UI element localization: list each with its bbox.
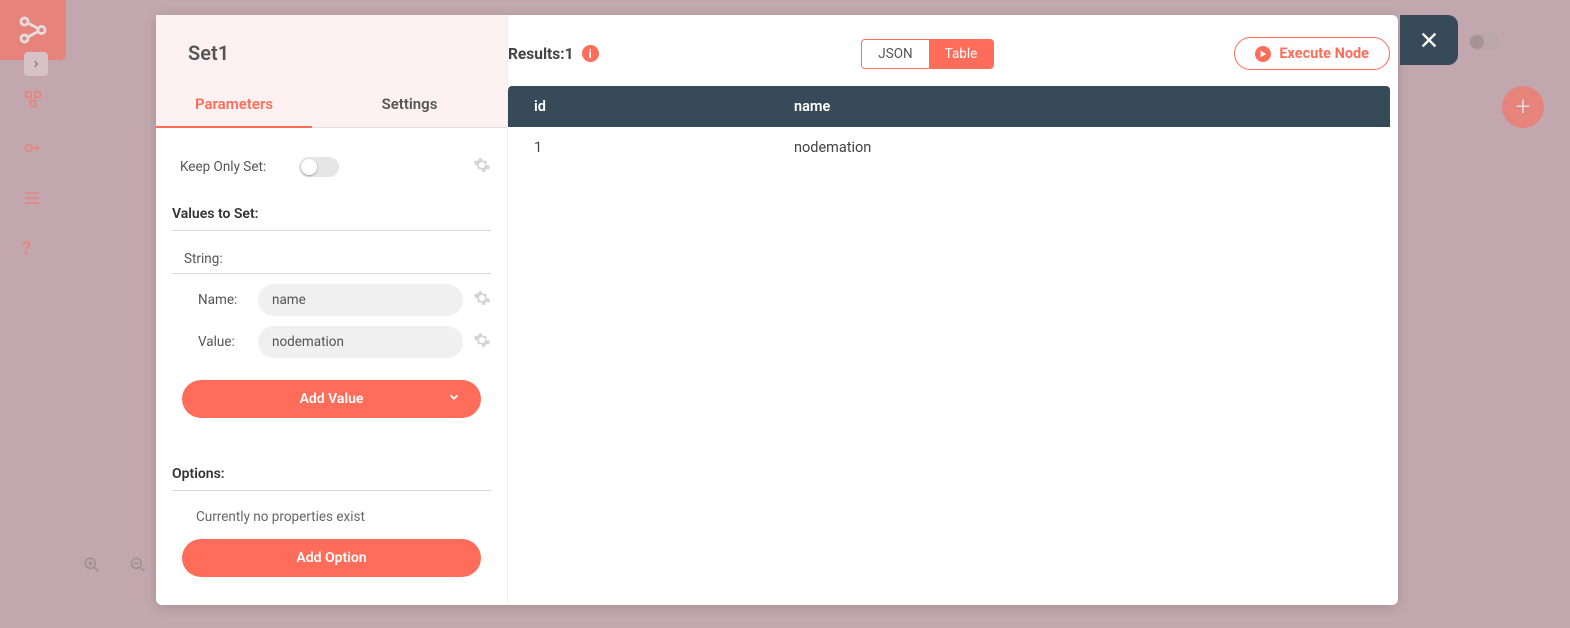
node-title: Set1	[156, 15, 507, 83]
add-value-label: Add Value	[300, 391, 364, 407]
value-field-row: Value:	[170, 316, 493, 358]
panel-tabs: Parameters Settings	[156, 83, 507, 128]
value-label: Value:	[198, 334, 248, 350]
add-option-label: Add Option	[296, 550, 366, 566]
zoom-controls	[82, 555, 148, 580]
tab-parameters[interactable]: Parameters	[156, 83, 312, 128]
results-label: Results:	[508, 45, 565, 63]
add-value-button[interactable]: Add Value	[182, 380, 481, 418]
chevron-down-icon	[447, 390, 461, 408]
view-json-button[interactable]: JSON	[862, 40, 928, 68]
col-id: id	[508, 86, 768, 127]
values-to-set-header: Values to Set:	[172, 188, 491, 231]
view-toggle: JSON Table	[861, 39, 994, 69]
keep-only-set-label: Keep Only Set:	[180, 159, 266, 175]
name-field-row: Name:	[170, 274, 493, 316]
tab-settings[interactable]: Settings	[312, 83, 507, 128]
panel-header: Set1 Parameters Settings	[156, 15, 507, 128]
app-logo	[0, 0, 66, 60]
help-icon: ?	[22, 238, 44, 260]
close-icon	[1418, 29, 1440, 51]
add-option-button[interactable]: Add Option	[182, 539, 481, 577]
gear-icon[interactable]	[473, 289, 491, 311]
results-count: Results: 1 i	[508, 45, 599, 63]
no-properties-text: Currently no properties exist	[170, 491, 493, 525]
zoom-out-icon	[128, 555, 148, 580]
value-input[interactable]	[258, 326, 463, 358]
keep-only-set-toggle[interactable]	[299, 157, 339, 177]
node-editor-modal: Set1 Parameters Settings Keep Only Set: …	[156, 15, 1398, 605]
workflow-active-toggle	[1468, 33, 1500, 51]
cell-id: 1	[508, 127, 768, 168]
close-button[interactable]	[1400, 15, 1458, 65]
string-section-header: String:	[172, 231, 491, 274]
credentials-icon	[22, 138, 44, 160]
info-icon[interactable]: i	[582, 45, 599, 62]
execute-node-label: Execute Node	[1279, 45, 1369, 62]
zoom-in-icon	[82, 555, 102, 580]
col-name: name	[768, 86, 1390, 127]
gear-icon[interactable]	[473, 331, 491, 353]
name-label: Name:	[198, 292, 248, 308]
keep-only-set-row: Keep Only Set:	[170, 142, 493, 188]
results-panel: Results: 1 i JSON Table Exe	[508, 15, 1398, 605]
options-header: Options:	[172, 448, 491, 491]
table-row: 1 nodemation	[508, 127, 1390, 168]
executions-icon	[22, 188, 44, 210]
results-bar: Results: 1 i JSON Table Exe	[508, 15, 1398, 86]
play-icon	[1255, 46, 1271, 62]
add-node-fab: +	[1502, 86, 1544, 128]
gear-icon[interactable]	[473, 156, 491, 178]
view-table-button[interactable]: Table	[929, 40, 994, 68]
workflows-icon	[22, 88, 44, 110]
results-count-value: 1	[565, 45, 574, 63]
cell-name: nodemation	[768, 127, 1390, 168]
panel-body: Keep Only Set: Values to Set: String: Na…	[156, 128, 507, 577]
node-parameters-panel: Set1 Parameters Settings Keep Only Set: …	[156, 15, 508, 605]
name-input[interactable]	[258, 284, 463, 316]
app-sidebar: ?	[0, 0, 66, 628]
expand-sidebar-icon	[24, 52, 48, 76]
table-header-row: id name	[508, 86, 1390, 127]
execute-node-button[interactable]: Execute Node	[1234, 37, 1390, 70]
results-table: id name 1 nodemation	[508, 86, 1390, 168]
